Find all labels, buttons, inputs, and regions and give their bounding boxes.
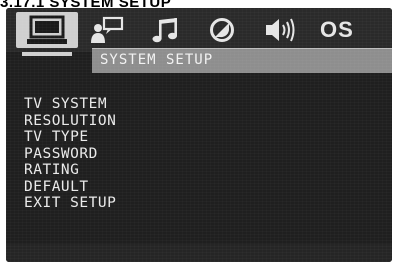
- menu-item-default[interactable]: DEFAULT: [24, 179, 116, 196]
- tab-language-setup[interactable]: [86, 12, 130, 48]
- active-tab-indicator: [22, 52, 72, 56]
- tab-audio-setup[interactable]: [146, 12, 186, 48]
- tab-speaker-setup[interactable]: [258, 12, 302, 48]
- music-note-icon: [151, 15, 181, 45]
- menu-item-exit-setup[interactable]: EXIT SETUP: [24, 195, 116, 212]
- manual-page: 3.17.1 SYSTEM SETUP OS SYSTEM SETUP TV S…: [0, 0, 396, 264]
- speaker-icon: [263, 16, 297, 44]
- circle-slash-icon: [208, 16, 236, 44]
- osd-tab-bar: OS: [6, 8, 392, 52]
- osd-screen: OS SYSTEM SETUP TV SYSTEM RESOLUTION TV …: [6, 8, 392, 262]
- osd-footer: [6, 244, 392, 262]
- tab-video-setup[interactable]: [202, 12, 242, 48]
- menu-item-tv-system[interactable]: TV SYSTEM: [24, 96, 116, 113]
- menu-item-password[interactable]: PASSWORD: [24, 146, 116, 163]
- monitor-icon: [27, 15, 67, 45]
- menu-item-resolution[interactable]: RESOLUTION: [24, 113, 116, 130]
- tab-other-label: OS: [320, 17, 354, 42]
- section-title-bar: SYSTEM SETUP: [92, 48, 392, 73]
- user-speech-icon: [90, 16, 126, 44]
- menu-item-rating[interactable]: RATING: [24, 162, 116, 179]
- tab-system-setup[interactable]: [16, 12, 78, 48]
- system-setup-menu: TV SYSTEM RESOLUTION TV TYPE PASSWORD RA…: [24, 96, 116, 212]
- tab-other-setup[interactable]: OS: [320, 12, 380, 48]
- menu-item-tv-type[interactable]: TV TYPE: [24, 129, 116, 146]
- section-title: SYSTEM SETUP: [100, 52, 214, 68]
